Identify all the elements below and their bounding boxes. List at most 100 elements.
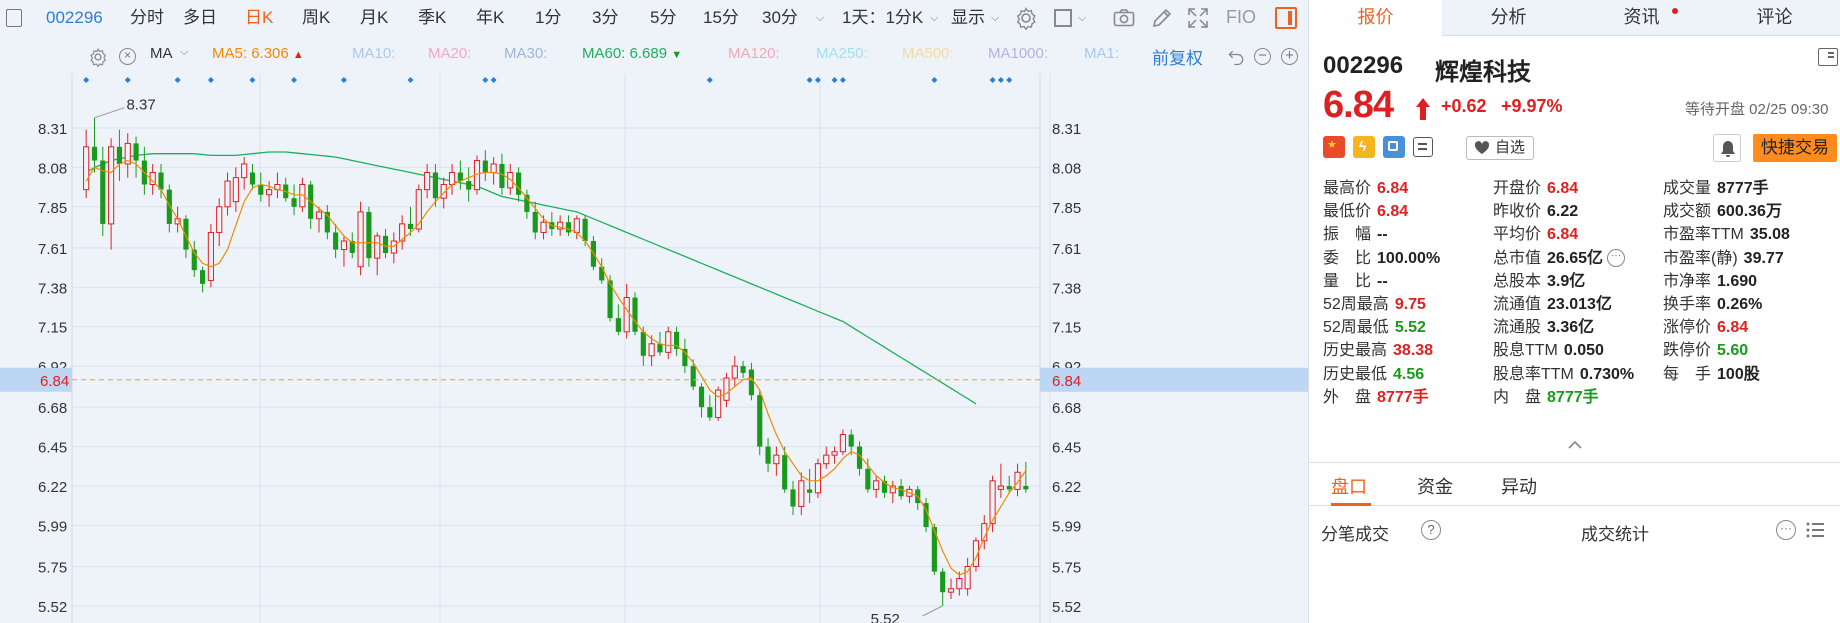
add-watchlist-button[interactable]: 自选 [1466,136,1534,160]
candle-body-down[interactable] [1006,485,1012,490]
span-selector[interactable]: 1天：1分K [842,0,923,36]
candle-body-up[interactable] [873,480,880,490]
candle-body-down[interactable] [582,218,588,242]
candle-body-up[interactable] [266,189,273,196]
candle-body-down[interactable] [898,485,904,497]
candle-body-up[interactable] [731,365,738,379]
candle-body-down[interactable] [482,160,488,173]
sidebar-toggle-icon[interactable] [6,9,22,27]
collapse-chevron-icon[interactable] [1567,440,1583,450]
candle-body-down[interactable] [291,198,297,207]
candle-body-up[interactable] [623,297,630,333]
candle-body-down[interactable] [565,222,572,233]
candle-body-down[interactable] [183,218,189,250]
candle-body-down[interactable] [707,407,713,418]
candle-body-down[interactable] [516,172,522,195]
candle-body-down[interactable] [133,143,139,161]
candle-body-up[interactable] [798,480,805,508]
zoom-out-icon[interactable]: − [1254,48,1271,65]
period-tab-5min[interactable]: 5分 [650,0,676,36]
pencil-icon[interactable] [1150,6,1174,30]
candle-body-down[interactable] [765,446,771,464]
candle-body-up[interactable] [507,172,514,189]
side-panel-icon[interactable] [1818,48,1838,66]
candle-body-down[interactable] [366,211,372,259]
candle-body-down[interactable] [807,489,813,493]
tab-order-book[interactable]: 盘口 [1331,473,1367,499]
candle-body-down[interactable] [657,343,663,353]
candle-body-up[interactable] [108,146,115,225]
ma-close-icon[interactable]: × [119,48,136,65]
period-tab-30min[interactable]: 30分 [762,0,798,36]
candle-body-down[interactable] [740,366,746,373]
candle-body-down[interactable] [91,146,98,161]
candle-body-down[interactable] [748,369,754,396]
span-chevron-icon[interactable]: ⌵ [930,12,938,25]
list-view-icon[interactable] [1806,522,1824,538]
candle-body-down[interactable] [333,232,339,250]
period-tab-quarterly[interactable]: 季K [418,0,446,36]
candle-body-down[interactable] [166,189,172,224]
candle-body-down[interactable] [615,318,621,332]
camera-icon[interactable] [1112,6,1136,30]
candle-body-up[interactable] [232,177,239,203]
tab-news[interactable]: 资讯 [1575,0,1708,36]
kline-chart-area[interactable]: 8.31 8.31 8.08 8.08 7.85 7.85 7.61 7.61 7.38 7.38… [0,74,1308,623]
candle-body-down[interactable] [200,270,206,284]
settings-gear-icon[interactable] [1014,6,1038,30]
more-periods-chevron-icon[interactable]: ⌵ [816,12,824,25]
lightning-icon[interactable]: ϟ [1353,136,1375,158]
notes-icon[interactable] [1413,137,1433,157]
draw-rect-icon[interactable] [1054,9,1072,27]
candle-body-up[interactable] [648,343,655,357]
candle-body-up[interactable] [823,454,830,465]
candle-body-up[interactable] [424,172,431,191]
tab-quote[interactable]: 报价 [1309,0,1442,36]
trade-stats-label[interactable]: 成交统计 [1581,520,1649,545]
kline-chart[interactable]: 8.31 8.31 8.08 8.08 7.85 7.85 7.61 7.61 7.38 7.38… [0,74,1308,623]
candle-body-down[interactable] [940,571,946,593]
candle-body-up[interactable] [448,172,456,186]
candle-body-up[interactable] [83,146,90,191]
candle-body-up[interactable] [357,211,364,268]
tag-icon[interactable] [1383,136,1405,158]
candle-body-up[interactable] [831,451,838,456]
draw-chevron-icon[interactable]: ⌵ [1078,12,1086,25]
tick-trades-label[interactable]: 分笔成交 [1321,520,1389,545]
candle-body-up[interactable] [340,240,348,251]
ma-settings-icon[interactable] [88,47,108,67]
candle-body-down[interactable] [865,468,871,490]
help-icon[interactable]: ? [1421,520,1441,540]
ma-indicator-label[interactable]: MA [150,45,173,62]
candle-body-down[interactable] [116,146,122,164]
candle-body-up[interactable] [964,565,971,590]
candle-body-up[interactable] [997,485,1004,490]
candle-body-down[interactable] [757,395,763,447]
fio-toggle[interactable]: FIO [1226,0,1256,36]
candle-body-up[interactable] [839,434,846,453]
candle-body-down[interactable] [258,184,264,195]
candle-body-up[interactable] [224,180,231,208]
candle-body-up[interactable] [947,588,955,593]
ma-chevron-icon[interactable]: ⌵ [180,46,188,59]
period-tab-1min[interactable]: 1分 [535,0,561,36]
candle-body-down[interactable] [698,386,705,408]
china-flag-icon[interactable]: ★ [1323,136,1345,158]
candle-body-down[interactable] [848,434,854,447]
quick-trade-button[interactable]: 快捷交易 [1753,134,1837,162]
candle-body-up[interactable] [814,463,822,494]
adjust-mode-button[interactable]: 前复权 [1152,44,1203,69]
market-cap-more-icon[interactable]: ··· [1607,249,1626,268]
display-menu[interactable]: 显示 [951,0,985,36]
candle-body-up[interactable] [956,577,963,590]
candle-body-up[interactable] [207,231,214,281]
period-tab-15min[interactable]: 15分 [703,0,739,36]
stock-code-label[interactable]: 002296 [46,0,103,36]
display-chevron-icon[interactable]: ⌵ [991,12,999,25]
period-tab-multiday[interactable]: 多日 [183,0,217,36]
period-tab-daily[interactable]: 日K [245,0,273,36]
fullscreen-icon[interactable] [1186,6,1210,30]
candle-body-up[interactable] [540,221,547,233]
candle-body-down[interactable] [690,366,696,387]
candle-body-down[interactable] [640,331,646,356]
